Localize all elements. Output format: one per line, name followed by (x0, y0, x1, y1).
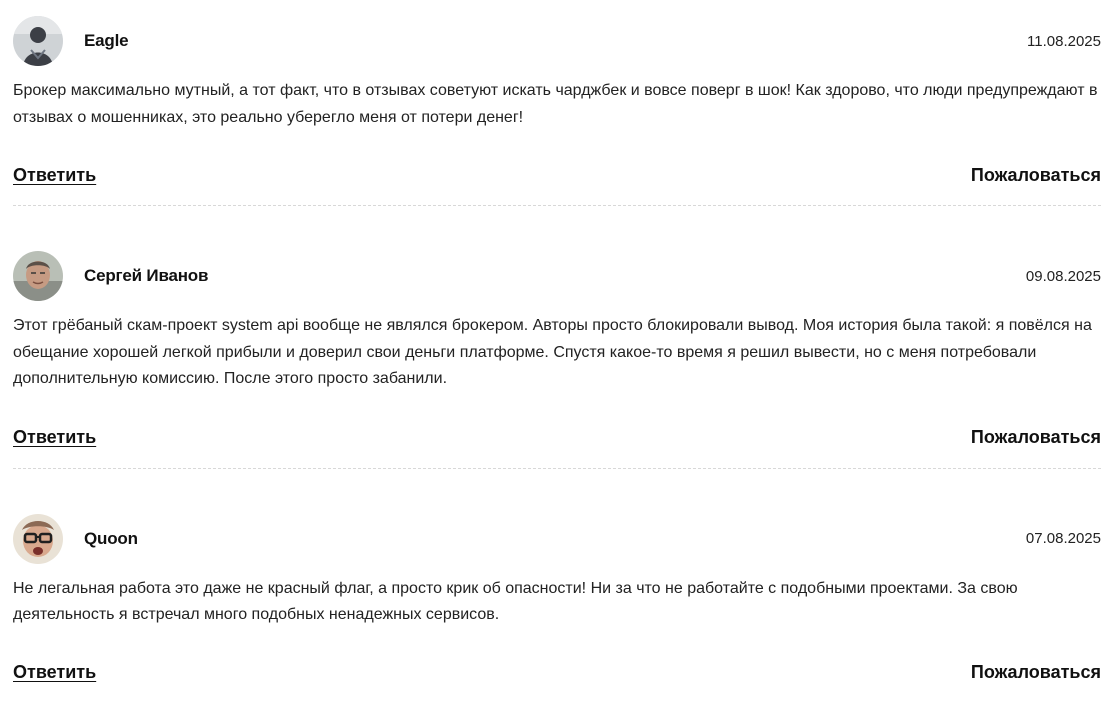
comment-date: 11.08.2025 (1027, 32, 1101, 50)
comment-item: Quoon 07.08.2025 Не легальная работа это… (13, 469, 1101, 686)
report-link[interactable]: Пожаловаться (971, 165, 1101, 186)
avatar[interactable] (13, 513, 63, 564)
report-link[interactable]: Пожаловаться (971, 427, 1101, 448)
comments-list: Eagle 11.08.2025 Брокер максимально мутн… (13, 0, 1101, 686)
comment-date: 09.08.2025 (1025, 267, 1101, 285)
comment-text: Не легальная работа это даже не красный … (13, 579, 1018, 624)
comment-item: Eagle 11.08.2025 Брокер максимально мутн… (13, 0, 1101, 206)
comment-header: Quoon 07.08.2025 (13, 513, 1101, 565)
reply-link[interactable]: Ответить (13, 427, 96, 448)
author-name: Сергей Иванов (84, 266, 209, 285)
report-link[interactable]: Пожаловаться (971, 662, 1101, 683)
avatar[interactable] (13, 251, 63, 301)
author-name: Eagle (84, 31, 129, 50)
avatar[interactable] (13, 16, 63, 66)
reply-link[interactable]: Ответить (13, 662, 96, 683)
comment-header: Сергей Иванов 09.08.2025 (13, 250, 1101, 302)
comment-header: Eagle 11.08.2025 (13, 15, 1101, 67)
comment-text: Брокер максимально мутный, а тот факт, ч… (13, 82, 1098, 126)
comment-actions: Ответить Пожаловаться (13, 425, 1101, 451)
comment-item: Сергей Иванов 09.08.2025 Этот грёбаный с… (13, 206, 1101, 469)
comment-actions: Ответить Пожаловаться (13, 162, 1101, 188)
reply-link[interactable]: Ответить (13, 165, 96, 186)
comment-text: Этот грёбаный скам-проект system api воо… (13, 317, 1092, 387)
comment-actions: Ответить Пожаловаться (13, 660, 1101, 686)
comment-date: 07.08.2025 (1025, 530, 1101, 547)
author-name: Quoon (84, 528, 138, 548)
